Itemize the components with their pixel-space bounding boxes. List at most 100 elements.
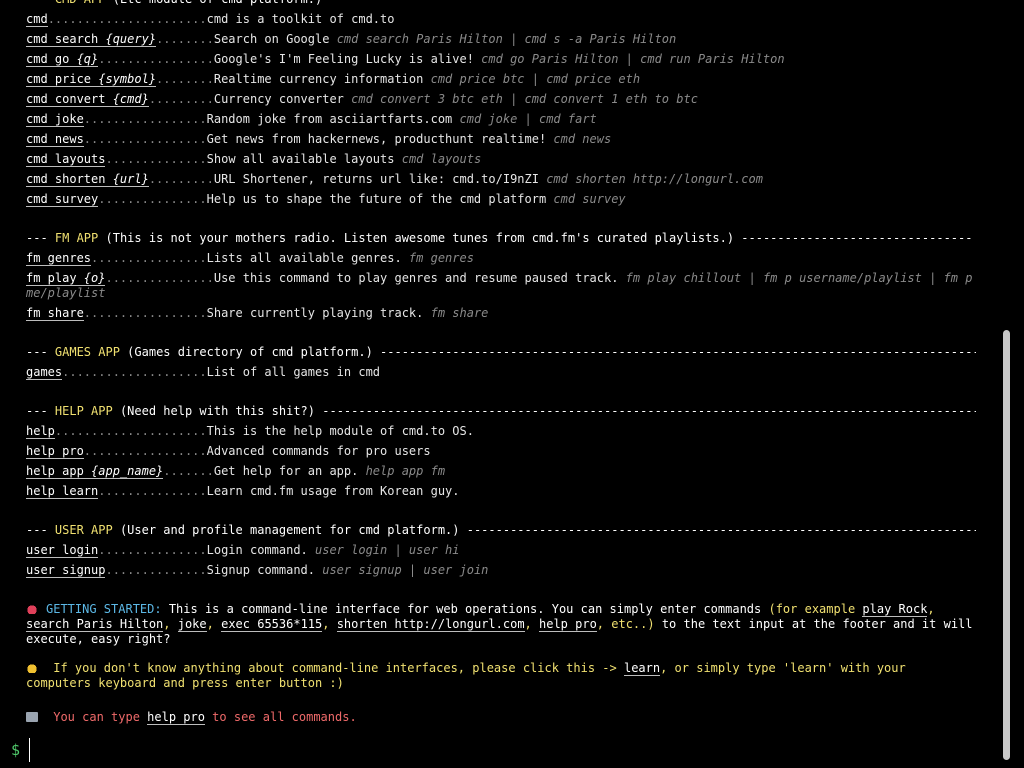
command-link[interactable]: cmd news [26,132,84,147]
command-name: cmd survey [26,192,99,206]
command-example: cmd joke | cmd fart [459,112,597,126]
example-separator: , [524,617,539,631]
command-input[interactable] [29,738,993,762]
command-name: user signup [26,563,106,577]
command-row: fm genres................Lists all avail… [26,251,976,271]
command-leader-dots: ......... [148,92,214,106]
command-info: Use this command to play genres and resu… [213,271,626,285]
header-prefix: --- [26,523,55,537]
example-command-link[interactable]: joke [177,617,207,632]
command-link[interactable]: cmd go {q} [26,52,99,67]
example-command-link[interactable]: help pro [539,617,597,632]
command-link[interactable]: help pro [26,444,84,459]
command-link[interactable]: cmd [26,12,48,27]
command-link[interactable]: cmd layouts [26,152,106,167]
command-example: help app fm [365,464,446,478]
command-name: cmd shorten [26,172,113,186]
command-leader-dots: ........ [156,72,214,86]
command-link[interactable]: cmd joke [26,112,84,127]
command-link[interactable]: help app {app_name} [26,464,164,479]
command-leader-dots: ............... [105,271,214,285]
command-link[interactable]: user login [26,543,99,558]
command-info: Google's I'm Feeling Lucky is alive! [213,52,482,66]
command-leader-dots: ......... [148,172,214,186]
command-info: Signup command. [206,563,323,577]
command-link[interactable]: cmd shorten {url} [26,172,149,187]
floppy-disk-icon [26,712,38,722]
example-command-link[interactable]: shorten http://longurl.com [336,617,525,632]
command-leader-dots: ................ [98,52,214,66]
command-link[interactable]: fm genres [26,251,92,266]
command-name: user login [26,543,99,557]
command-name: fm genres [26,251,92,265]
command-row: user signup..............Signup command.… [26,563,976,583]
command-name: cmd price [26,72,99,86]
section-header: --- GAMES APP (Games directory of cmd pl… [26,345,976,365]
example-command-link[interactable]: exec 65536*115 [221,617,323,632]
command-row: cmd news.................Get news from h… [26,132,976,152]
example-command-link[interactable]: play Rock [862,602,928,617]
command-leader-dots: .................... [62,365,207,379]
app-description: (User and profile management for cmd pla… [119,523,460,537]
command-argument: {o} [83,271,106,285]
command-row: cmd convert {cmd}.........Currency conve… [26,92,976,112]
examples-open: (for example [768,602,863,616]
header-prefix: --- [26,0,55,6]
command-example: cmd price btc | cmd price eth [430,72,641,86]
command-row: cmd layouts..............Show all availa… [26,152,976,172]
example-command-link[interactable]: search Paris Hilton [26,617,164,632]
command-link[interactable]: cmd search {query} [26,32,157,47]
command-example: cmd shorten http://longurl.com [546,172,763,186]
app-description: (Games directory of cmd platform.) [127,345,373,359]
getting-started-text: This is a command-line interface for web… [161,602,769,616]
command-info: Help us to shape the future of the cmd p… [206,192,554,206]
header-rule: ----------------------------------------… [329,0,976,6]
command-link[interactable]: user signup [26,563,106,578]
header-prefix: --- [26,231,55,245]
command-name: help [26,424,55,438]
command-link[interactable]: help learn [26,484,99,499]
command-link[interactable]: cmd convert {cmd} [26,92,149,107]
command-row: cmd search {query}........Search on Goog… [26,32,976,52]
command-argument: {app_name} [91,464,164,478]
command-row: fm share.................Share currently… [26,306,976,326]
command-example: cmd survey [553,192,626,206]
examples-etc: etc..) [611,617,655,631]
command-leader-dots: ...................... [47,12,207,26]
command-leader-dots: ................ [91,251,207,265]
command-info: Random joke from asciiartfarts.com [206,112,460,126]
command-info: Share currently playing track. [206,306,431,320]
section-header: --- FM APP (This is not your mothers rad… [26,231,976,251]
header-prefix: --- [26,345,55,359]
command-link[interactable]: fm play {o} [26,271,106,286]
example-separator: , [322,617,337,631]
command-name: cmd [26,12,48,26]
command-row: games....................List of all gam… [26,365,976,385]
strawberry-icon [26,604,38,614]
help-pro-link[interactable]: help pro [147,710,205,725]
command-link[interactable]: cmd survey [26,192,99,207]
command-row: cmd survey...............Help us to shap… [26,192,976,212]
command-row: help learn...............Learn cmd.fm us… [26,484,976,504]
command-link[interactable]: fm share [26,306,84,321]
command-row: cmd joke.................Random joke fro… [26,112,976,132]
learn-link[interactable]: learn [623,661,661,676]
section-header: --- HELP APP (Need help with this shit?)… [26,404,976,424]
command-link[interactable]: help [26,424,55,439]
command-row: cmd shorten {url}.........URL Shortener,… [26,172,976,192]
command-leader-dots: ............... [98,484,207,498]
command-row: cmd go {q}................Google's I'm F… [26,52,976,72]
getting-started-title: GETTING STARTED: [46,602,162,616]
help-tip: You can type help pro to see all command… [26,710,976,725]
scrollbar-thumb[interactable] [1003,330,1010,760]
command-example: cmd layouts [401,152,482,166]
command-link[interactable]: cmd price {symbol} [26,72,157,87]
tip-text: to see all commands. [204,710,357,724]
command-name: cmd convert [26,92,113,106]
command-row: help app {app_name}.......Get help for a… [26,464,976,484]
command-name: cmd go [26,52,77,66]
command-link[interactable]: games [26,365,63,380]
command-name: games [26,365,63,379]
